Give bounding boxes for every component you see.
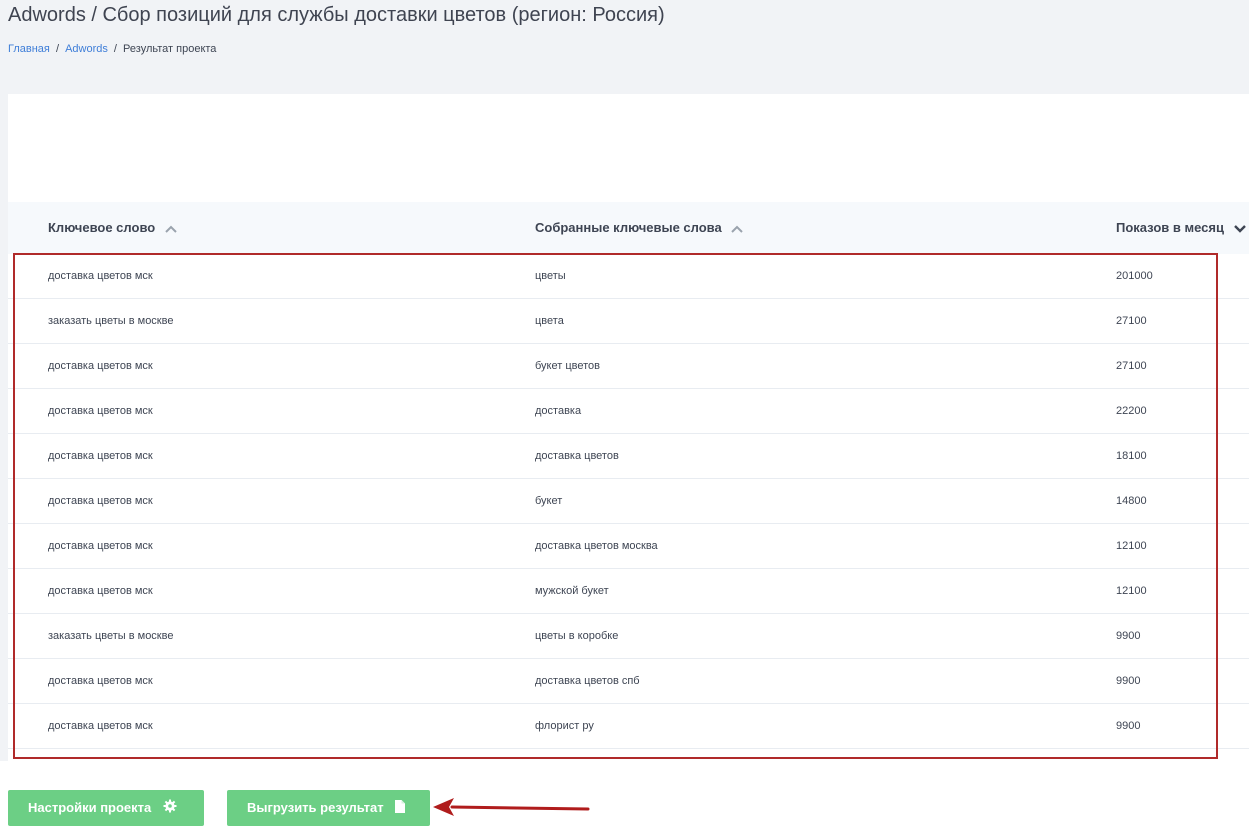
table-row: доставка цветов мск доставка цветов 18100 [8,434,1249,479]
export-result-button[interactable]: Выгрузить результат [227,790,430,826]
cell-keyword: доставка цветов мск [48,540,153,552]
cell-impressions: 14800 [1116,495,1147,507]
cell-keyword: доставка цветов мск [48,675,153,687]
breadcrumb: Главная / Adwords / Результат проекта [8,43,216,55]
cell-impressions: 27100 [1116,360,1147,372]
table-row: доставка цветов мск доставка 22200 [8,389,1249,434]
breadcrumb-separator: / [113,43,117,55]
cell-impressions: 9900 [1116,630,1141,642]
cell-collected-keyword: букет [535,495,563,507]
results-card: Ключевое слово Собранные ключевые слова … [8,94,1249,761]
table-row: заказать цветы в москве цвета 27100 [8,299,1249,344]
cell-keyword: доставка цветов мск [48,585,153,597]
cell-collected-keyword: цветы [535,270,566,282]
cell-collected-keyword: цветы в коробке [535,630,619,642]
column-header-label: Ключевое слово [48,220,156,235]
table-row: заказать цветы в москве цветы в коробке 99… [8,614,1249,659]
cell-keyword: доставка цветов мск [48,405,153,417]
cell-impressions: 201000 [1116,270,1153,282]
cell-keyword: доставка цветов мск [48,360,153,372]
project-settings-button[interactable]: Настройки проекта [8,790,204,826]
column-header-keyword[interactable]: Ключевое слово [48,202,177,254]
cell-keyword: доставка цветов мск [48,270,153,282]
table-header: Ключевое слово Собранные ключевые слова … [8,202,1249,254]
cell-impressions: 9900 [1116,675,1141,687]
cell-collected-keyword: доставка [535,405,582,417]
chevron-up-icon [731,203,744,255]
table-row: доставка цветов мск мужской букет 12100 [8,569,1249,614]
cell-impressions: 22200 [1116,405,1147,417]
cell-keyword: доставка цветов мск [48,720,153,732]
breadcrumb-separator: / [55,43,59,55]
cell-impressions: 12100 [1116,540,1147,552]
table-row: доставка цветов мск букет цветов 27100 [8,344,1249,389]
column-header-impressions[interactable]: Показов в месяц [1116,202,1246,254]
table-row: доставка цветов мск цветы 201000 [8,254,1249,299]
cell-collected-keyword: цвета [535,315,564,327]
table-row: доставка цветов мск доставка цветов спб 99… [8,659,1249,704]
breadcrumb-home-link[interactable]: Главная [8,43,50,55]
cell-keyword: заказать цветы в москве [48,315,174,327]
cell-impressions: 12100 [1116,585,1147,597]
chevron-down-icon [1233,203,1246,255]
footer-bar: Настройки проекта Выгрузить результат [0,761,1249,831]
cell-impressions: 9900 [1116,720,1141,732]
table-row: доставка цветов мск букет 14800 [8,479,1249,524]
page-title: Adwords / Сбор позиций для службы достав… [8,4,665,26]
column-header-collected[interactable]: Собранные ключевые слова [535,202,744,255]
breadcrumb-adwords-link[interactable]: Adwords [65,43,108,55]
column-header-label: Показов в месяц [1116,220,1224,235]
cell-keyword: заказать цветы в москве [48,630,174,642]
cell-collected-keyword: доставка цветов спб [535,675,640,687]
arrow-left-icon [433,798,590,816]
table-row: доставка цветов мск доставка цветов москв… [8,524,1249,569]
cell-keyword: доставка цветов мск [48,450,153,462]
table-row: доставка цветов мск флорист ру 9900 [8,704,1249,749]
cell-collected-keyword: доставка цветов [535,450,619,462]
column-header-label: Собранные ключевые слова [535,220,722,235]
cell-collected-keyword: букет цветов [535,360,600,372]
cell-collected-keyword: доставка цветов москва [535,540,658,552]
breadcrumb-current: Результат проекта [123,43,217,55]
export-result-label: Выгрузить результат [247,800,384,815]
cell-collected-keyword: мужской букет [535,585,609,597]
table-body: доставка цветов мск цветы 201000 заказать ц… [8,254,1249,749]
document-icon [395,791,406,827]
cell-impressions: 18100 [1116,450,1147,462]
gear-icon [163,791,177,827]
cell-collected-keyword: флорист ру [535,720,594,732]
cell-impressions: 27100 [1116,315,1147,327]
project-settings-label: Настройки проекта [28,800,152,815]
cell-keyword: доставка цветов мск [48,495,153,507]
chevron-up-icon [165,203,177,255]
